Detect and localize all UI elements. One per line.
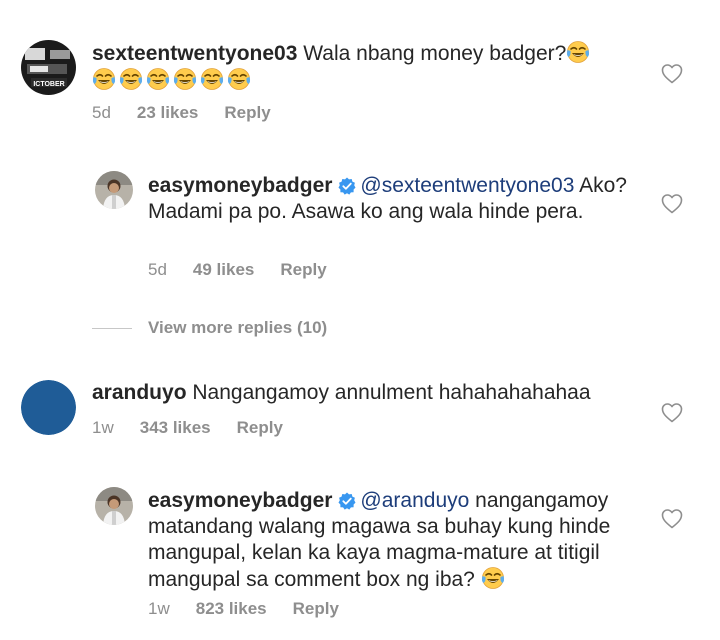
heart-icon[interactable] — [661, 508, 683, 530]
comment-meta: 5d 23 likes Reply — [92, 103, 297, 123]
avatar[interactable] — [95, 171, 133, 209]
avatar-image — [95, 487, 133, 525]
comment-text: easymoneybadger @sexteentwentyone03 Ako? … — [148, 173, 628, 225]
comment-body: Nangangamoy annulment hahahahahahaa — [192, 381, 591, 404]
mention-link[interactable]: @sexteentwentyone03 — [360, 174, 574, 197]
comment-body: Wala nbang money badger? — [303, 42, 567, 65]
heart-icon[interactable] — [661, 193, 683, 215]
username[interactable]: sexteentwentyone03 — [92, 42, 297, 65]
timestamp: 5d — [92, 103, 111, 122]
view-more-replies-label[interactable]: View more replies (10) — [148, 318, 327, 338]
tears-of-joy-emoji-icon — [480, 566, 505, 590]
comment-meta: 1w 343 likes Reply — [92, 418, 309, 438]
comment-text: easymoneybadger @aranduyo nangangamoy mat… — [148, 488, 638, 593]
avatar[interactable] — [21, 380, 76, 435]
avatar[interactable] — [95, 487, 133, 525]
timestamp: 1w — [148, 599, 170, 618]
verified-badge-icon — [338, 492, 357, 510]
heart-icon[interactable] — [661, 63, 683, 85]
likes-count[interactable]: 343 likes — [140, 418, 211, 437]
tears-of-joy-emoji-icon — [227, 67, 251, 91]
username[interactable]: aranduyo — [92, 381, 187, 404]
verified-badge-icon — [338, 177, 357, 195]
likes-count[interactable]: 823 likes — [196, 599, 267, 618]
likes-count[interactable]: 49 likes — [193, 260, 254, 279]
tears-of-joy-emoji-icon — [92, 67, 116, 91]
avatar-image — [95, 171, 133, 209]
avatar[interactable]: ICTOBER — [21, 40, 76, 95]
likes-count[interactable]: 23 likes — [137, 103, 198, 122]
tears-of-joy-emoji-icon — [119, 67, 143, 91]
comment-meta: 5d 49 likes Reply — [148, 260, 353, 280]
reply-button[interactable]: Reply — [237, 418, 283, 437]
username[interactable]: easymoneybadger — [148, 489, 332, 512]
tears-of-joy-emoji-icon — [146, 67, 170, 91]
tears-of-joy-emoji-icon — [566, 40, 591, 64]
username[interactable]: easymoneybadger — [148, 174, 332, 197]
avatar-image — [21, 380, 76, 435]
reply-button[interactable]: Reply — [224, 103, 270, 122]
reply-button[interactable]: Reply — [293, 599, 339, 618]
mention-link[interactable]: @aranduyo — [360, 489, 469, 512]
heart-icon[interactable] — [661, 402, 683, 424]
tears-of-joy-emoji-icon — [200, 67, 224, 91]
comment-text: sexteentwentyone03 Wala nbang money badg… — [92, 40, 632, 94]
timestamp: 5d — [148, 260, 167, 279]
tears-of-joy-emoji-icon — [173, 67, 197, 91]
comment-text: aranduyo Nangangamoy annulment hahahahah… — [92, 380, 632, 406]
divider — [92, 328, 132, 329]
svg-text:ICTOBER: ICTOBER — [33, 81, 64, 88]
reply-button[interactable]: Reply — [280, 260, 326, 279]
comment-meta: 1w 823 likes Reply — [148, 599, 365, 619]
timestamp: 1w — [92, 418, 114, 437]
avatar-image: ICTOBER — [21, 40, 76, 95]
